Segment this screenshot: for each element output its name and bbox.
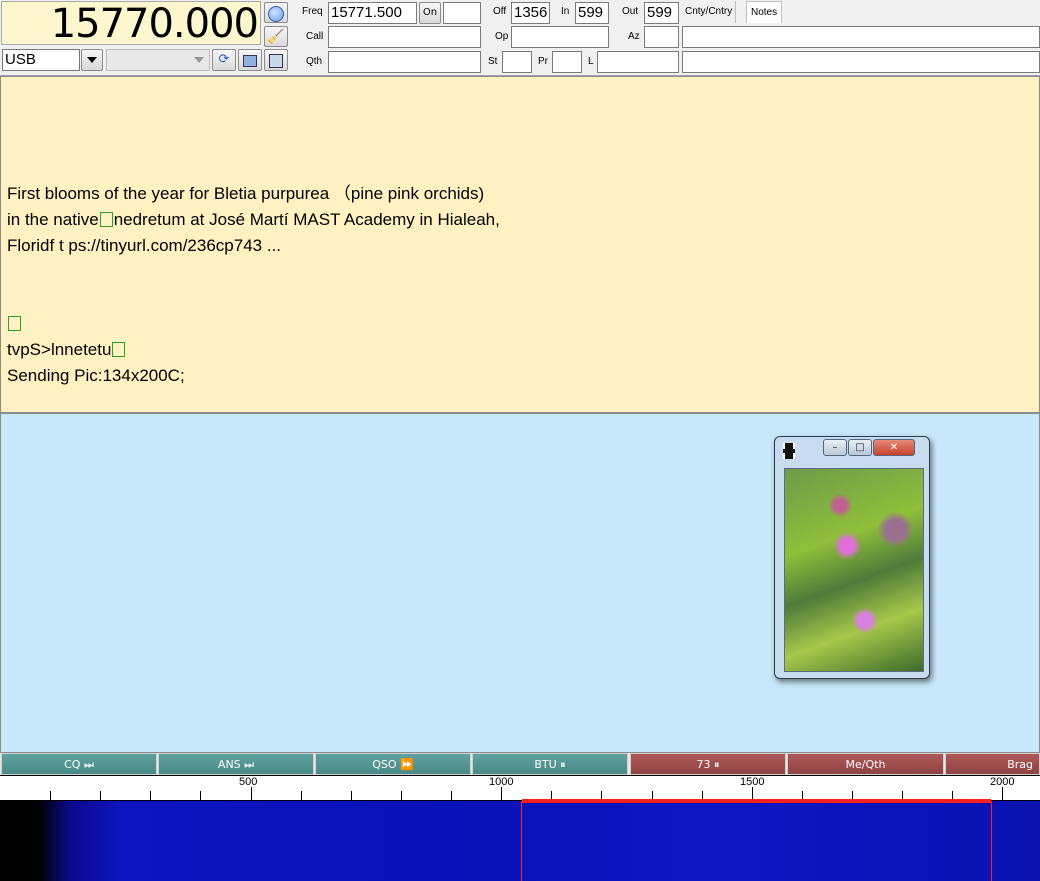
- scale-tick: [150, 791, 151, 801]
- minimize-button[interactable]: –: [823, 439, 847, 456]
- maximize-button[interactable]: □: [848, 439, 872, 456]
- off-time-field[interactable]: 1356: [511, 2, 550, 24]
- clear-button[interactable]: 🧹: [264, 26, 288, 47]
- call-label: Call: [306, 31, 324, 42]
- mode-select[interactable]: USB: [2, 49, 80, 71]
- rx-line: [7, 311, 1039, 337]
- passband-cursor[interactable]: [521, 799, 992, 881]
- frequency-lookup-button[interactable]: [264, 2, 288, 23]
- az-field[interactable]: [644, 26, 679, 48]
- freq-field[interactable]: 15771.500: [328, 2, 417, 24]
- on-time-field[interactable]: [443, 2, 481, 24]
- op-field[interactable]: [511, 26, 609, 48]
- scale-tick: [401, 791, 402, 801]
- scale-tick: [251, 787, 252, 801]
- macro-button-btu[interactable]: BTU ⏸: [472, 753, 628, 775]
- picture-receive-window[interactable]: – □ ✕: [774, 436, 930, 679]
- scale-tick: [501, 787, 502, 801]
- tab-notes[interactable]: Notes: [746, 1, 783, 23]
- save-log-button[interactable]: [264, 49, 288, 71]
- scale-tick: [351, 791, 352, 801]
- scale-tick: [301, 791, 302, 801]
- rst-out-label: Out: [622, 6, 639, 17]
- scale-tick: [1002, 787, 1003, 801]
- call-field[interactable]: [328, 26, 481, 48]
- globe-icon: [268, 6, 284, 22]
- rx-text: nedretum at José Martí MAST Academy in H…: [113, 210, 500, 229]
- monitor-icon: [243, 55, 257, 67]
- film-icon: [783, 443, 795, 459]
- scale-tick: [50, 791, 51, 801]
- macro-button-qso[interactable]: QSO ⏩: [315, 753, 471, 775]
- scale-tick: [200, 791, 201, 801]
- freq-label: Freq: [302, 6, 323, 17]
- macro-button-brag[interactable]: Brag: [945, 753, 1040, 775]
- off-label: Off: [493, 6, 507, 17]
- mode-dropdown-button[interactable]: [81, 49, 103, 71]
- rx-text: in the native: [7, 210, 99, 229]
- close-button[interactable]: ✕: [873, 439, 915, 456]
- rx-line: tvpS>lnnetetu: [7, 337, 1039, 363]
- chevron-down-icon: [194, 57, 204, 63]
- unknown-char-box: [112, 342, 126, 357]
- scale-tick: [451, 791, 452, 801]
- macro-button-me-qth[interactable]: Me/Qth: [787, 753, 944, 775]
- refresh-button[interactable]: ⟳: [212, 49, 236, 71]
- frequency-display[interactable]: 15770.000: [1, 1, 261, 46]
- st-field[interactable]: [502, 51, 532, 73]
- macro-button-73[interactable]: 73 ⏸: [630, 753, 786, 775]
- pr-field[interactable]: [552, 51, 582, 73]
- macro-button-cq[interactable]: CQ ⏭: [1, 753, 157, 775]
- scale-tick: [100, 791, 101, 801]
- rx-line: in the native nedretum at José Martí MAST…: [7, 207, 1039, 233]
- refresh-icon: ⟳: [218, 52, 230, 67]
- rst-in-label: In: [561, 6, 570, 17]
- control-bar: 15770.000 🧹 USB ⟳ Freq 15771.500 On Off …: [0, 0, 1040, 76]
- unknown-char-box: [99, 212, 113, 227]
- log-view-button[interactable]: [238, 49, 262, 71]
- submode-select[interactable]: [106, 49, 210, 71]
- locator-label: L: [588, 56, 594, 67]
- broom-icon: 🧹: [267, 29, 285, 45]
- on-button[interactable]: On: [419, 2, 441, 24]
- pr-label: Pr: [538, 56, 548, 67]
- op-label: Op: [495, 31, 509, 42]
- save-icon: [269, 54, 283, 68]
- chevron-down-icon: [87, 57, 97, 63]
- scale-label-500: 500: [239, 776, 258, 788]
- st-label: St: [488, 56, 498, 67]
- unknown-char-box: [8, 316, 21, 331]
- rx-line: Sending Pic:134x200C;: [7, 366, 185, 385]
- rst-in-field[interactable]: 599: [575, 2, 609, 24]
- macro-button-ans[interactable]: ANS ⏭: [158, 753, 314, 775]
- az-label: Az: [628, 31, 640, 42]
- received-picture: [784, 468, 924, 672]
- rx-text: tvpS>lnnetetu: [7, 340, 112, 359]
- country-field[interactable]: [682, 26, 1040, 48]
- qth-label: Qth: [306, 56, 323, 67]
- tab-cnty-cntry[interactable]: Cnty/Cntry: [682, 1, 737, 23]
- receive-text-pane[interactable]: First blooms of the year for Bletia purp…: [0, 76, 1040, 413]
- rx-line: Floridf t ps://tinyurl.com/236cp743 ...: [7, 236, 282, 255]
- qth-field[interactable]: [328, 51, 481, 73]
- frequency-scale[interactable]: 500 1000 1500 2000: [0, 775, 1040, 801]
- rst-out-field[interactable]: 599: [644, 2, 679, 24]
- rx-line: First blooms of the year for Bletia purp…: [7, 184, 485, 203]
- locator-field[interactable]: [597, 51, 679, 73]
- notes-field[interactable]: [682, 51, 1040, 73]
- waterfall-display[interactable]: [0, 799, 1040, 881]
